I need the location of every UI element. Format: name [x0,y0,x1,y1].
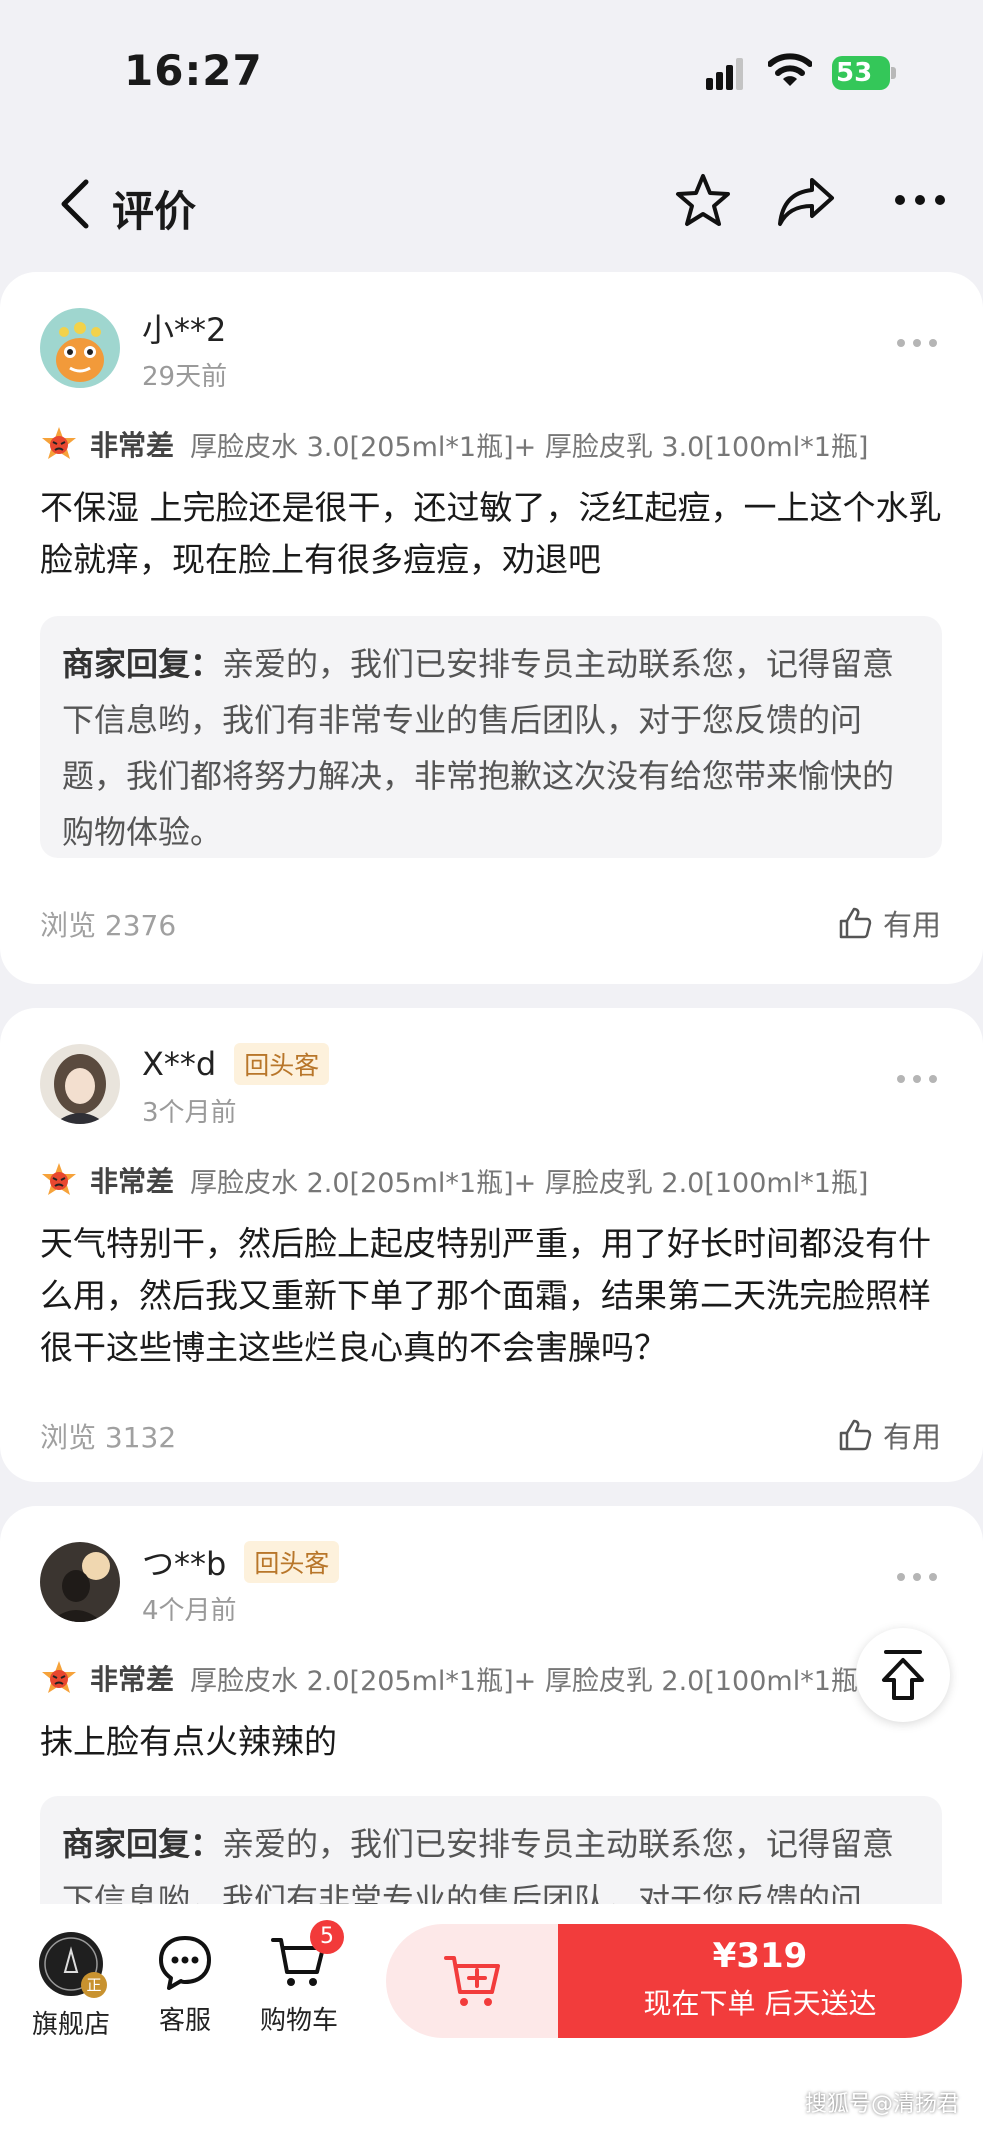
useful-button[interactable]: 有用 [837,1414,941,1456]
tab-label: 客服 [158,2006,211,2036]
angry-face-icon [42,427,76,459]
review-text: 天气特别干，然后脸上起皮特别严重，用了好长时间都没有什么用，然后我又重新下单了那… [40,1224,931,1367]
sku-text: 厚脸皮水 2.0[205ml*1瓶]+ 厚脸皮乳 2.0[100ml*1瓶] [190,1167,869,1199]
store-logo: 正 [39,1932,107,1998]
tab-flagship-store[interactable]: 正 旗舰店 [16,1932,126,2041]
more-icon[interactable] [892,180,948,220]
avatar[interactable] [40,1542,120,1622]
star-icon[interactable] [674,172,732,230]
buy-now-button[interactable]: ¥319 现在下单 后天送达 [558,1924,962,2038]
review-page: 16:27 53 评价 小**2 29天前 非常差 厚脸皮水 3.0[205ml… [0,0,983,2132]
review-card: 小**2 29天前 非常差 厚脸皮水 3.0[205ml*1瓶]+ 厚脸皮乳 3… [0,272,983,984]
wifi-icon [768,53,812,86]
nav-bar: 评价 [0,150,983,260]
buy-label: 现在下单 后天送达 [643,1987,877,2020]
more-icon[interactable] [895,1570,939,1584]
page-title: 评价 [112,187,197,236]
official-badge: 正 [81,1972,107,1998]
useful-label: 有用 [882,1420,941,1454]
tab-label: 购物车 [259,2006,338,2036]
more-icon[interactable] [895,1072,939,1086]
signal-icon [706,58,743,90]
view-count: 浏览 3132 [40,1421,177,1454]
status-bar: 16:27 53 [0,0,983,140]
watermark: 搜狐号@清扬君 [804,2092,959,2117]
repeat-customer-badge: 回头客 [234,1043,330,1085]
review-time: 3个月前 [142,1098,237,1128]
useful-label: 有用 [882,908,941,942]
cart-count-badge: 5 [310,1920,344,1954]
reply-label: 商家回复： [62,645,223,683]
bottom-action-bar: 正 旗舰店 客服 5 购物车 ¥319 现在下单 后天送达 搜狐号@清扬君 [0,1904,983,2132]
thumbs-up-icon [839,1419,872,1451]
useful-button[interactable]: 有用 [837,902,941,944]
review-text: 不保湿 上完脸还是很干，还过敏了，泛红起痘，一上这个水乳脸就痒，现在脸上有很多痘… [40,488,942,579]
avatar[interactable] [40,308,120,388]
sku-text: 厚脸皮水 3.0[205ml*1瓶]+ 厚脸皮乳 3.0[100ml*1瓶] [190,431,869,463]
repeat-customer-badge: 回头客 [244,1541,340,1583]
sku-text: 厚脸皮水 2.0[205ml*1瓶]+ 厚脸皮乳 2.0[100ml*1瓶] [190,1665,869,1697]
username-row: 小**2 [142,306,226,350]
reply-label: 商家回复： [62,1825,223,1863]
back-to-top-icon [882,1650,924,1700]
rating-label: 非常差 [90,1663,175,1696]
rating-row: 非常差 厚脸皮水 2.0[205ml*1瓶]+ 厚脸皮乳 2.0[100ml*1… [40,1160,960,1200]
chat-icon [159,1936,211,1990]
status-time: 16:27 [124,46,263,95]
buy-price: ¥319 [712,1936,808,1976]
username: X**d [142,1045,217,1083]
rating-row: 非常差 厚脸皮水 2.0[205ml*1瓶]+ 厚脸皮乳 2.0[100ml*1… [40,1658,960,1698]
username-row: つ**b 回头客 [142,1540,340,1584]
add-cart-icon [444,1956,500,2006]
tab-cart[interactable]: 5 购物车 [244,1920,354,2037]
review-text: 抹上脸有点火辣辣的 [40,1722,337,1761]
battery-level: 53 [836,58,873,88]
review-card: X**d 回头客 3个月前 非常差 厚脸皮水 2.0[205ml*1瓶]+ 厚脸… [0,1008,983,1482]
review-time: 4个月前 [142,1596,237,1626]
avatar[interactable] [40,1044,120,1124]
battery-indicator: 53 [832,56,896,90]
back-to-top-button[interactable] [856,1628,950,1722]
back-icon[interactable] [56,176,96,232]
add-to-cart-button[interactable] [386,1924,566,2038]
merchant-reply: 商家回复：亲爱的，我们已安排专员主动联系您，记得留意下信息哟，我们有非常专业的售… [40,616,942,858]
more-icon[interactable] [895,336,939,350]
rating-row: 非常差 厚脸皮水 3.0[205ml*1瓶]+ 厚脸皮乳 3.0[100ml*1… [40,424,960,464]
rating-label: 非常差 [90,429,175,462]
username: 小**2 [142,311,227,349]
tab-label: 旗舰店 [31,2010,110,2040]
angry-face-icon [42,1163,76,1195]
rating-label: 非常差 [90,1165,175,1198]
tab-customer-service[interactable]: 客服 [130,1932,240,2037]
thumbs-up-icon [839,907,872,939]
username: つ**b [142,1545,227,1583]
share-icon[interactable] [776,174,836,228]
review-time: 29天前 [142,362,228,392]
view-count: 浏览 2376 [40,909,177,942]
username-row: X**d 回头客 [142,1042,330,1086]
angry-face-icon [42,1661,76,1693]
